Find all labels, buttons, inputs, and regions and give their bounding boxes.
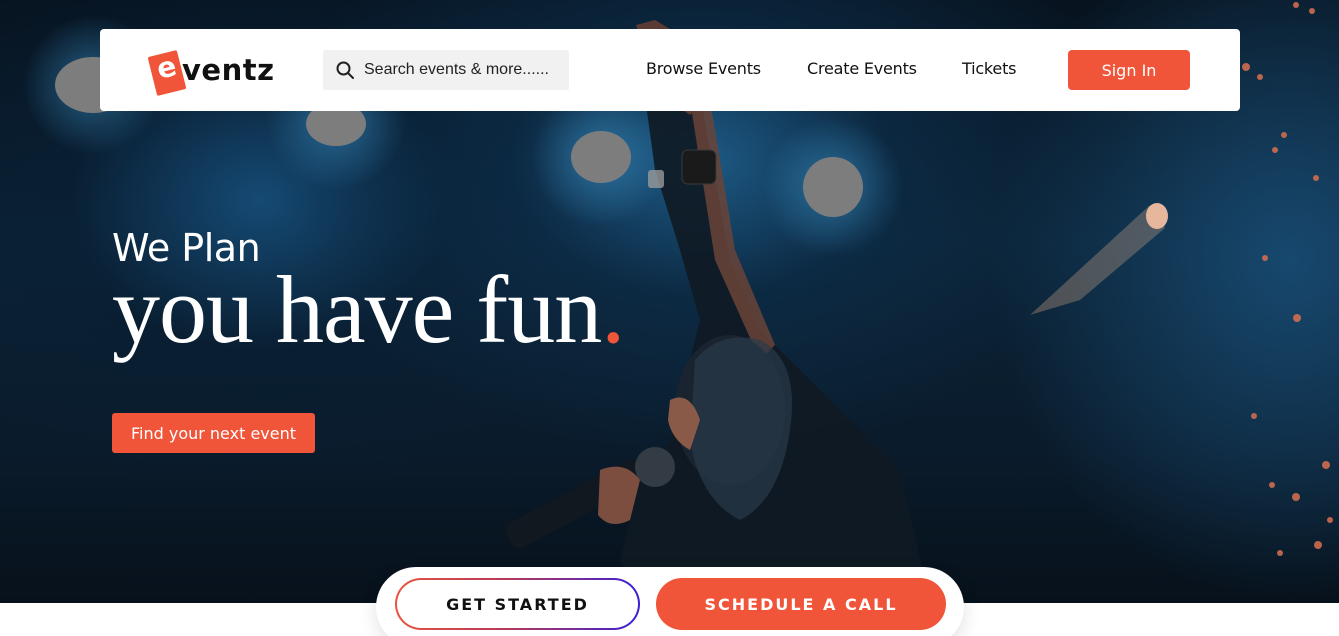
sign-in-button[interactable]: Sign In bbox=[1068, 50, 1190, 90]
headline-accent-dot: . bbox=[601, 256, 625, 363]
search-bar[interactable] bbox=[323, 50, 569, 90]
nav-browse-events[interactable]: Browse Events bbox=[646, 59, 761, 78]
headline-you-have-fun: you have fun. bbox=[112, 262, 625, 358]
eventz-logo[interactable]: e ventz bbox=[147, 47, 280, 97]
schedule-call-button[interactable]: SCHEDULE A CALL bbox=[656, 578, 946, 630]
headline-main-text: you have fun bbox=[112, 256, 602, 363]
get-started-label: GET STARTED bbox=[397, 580, 638, 628]
get-started-button[interactable]: GET STARTED bbox=[395, 578, 640, 630]
search-icon bbox=[336, 61, 354, 79]
logo-text: ventz bbox=[182, 53, 275, 87]
top-navigation-bar: e ventz Browse Events Create Events Tick… bbox=[100, 29, 1240, 111]
find-next-event-button[interactable]: Find your next event bbox=[112, 413, 315, 453]
nav-tickets[interactable]: Tickets bbox=[962, 59, 1016, 78]
nav-create-events[interactable]: Create Events bbox=[807, 59, 917, 78]
search-input[interactable] bbox=[364, 61, 564, 79]
